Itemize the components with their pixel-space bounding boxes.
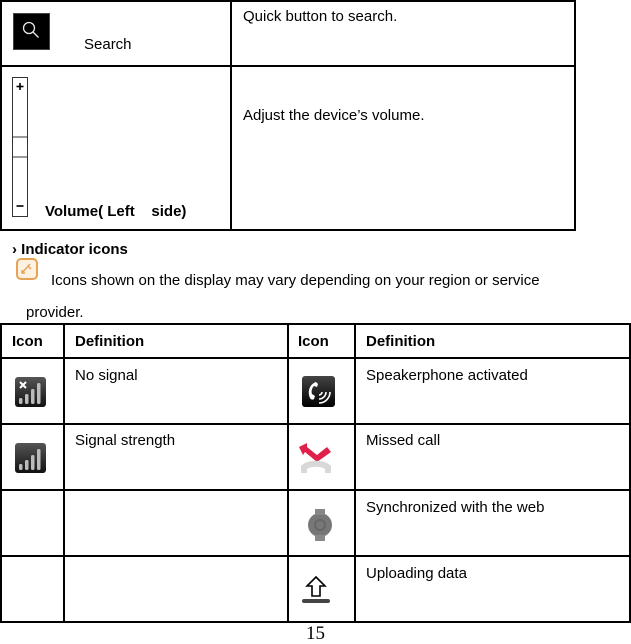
definition-no-signal: No signal: [75, 367, 138, 384]
volume-key-icon: [12, 77, 28, 217]
heading-text: Indicator icons: [21, 241, 128, 258]
search-key-label: Search: [84, 36, 132, 53]
table-border: [0, 555, 631, 557]
header-definition-left: Definition: [75, 333, 145, 350]
no-signal-icon: [15, 377, 46, 412]
header-icon-left: Icon: [12, 333, 43, 350]
table-border: [0, 65, 576, 67]
table-border: [354, 323, 356, 623]
table-border: [0, 489, 631, 491]
table-border: [0, 229, 576, 231]
table-border: [0, 0, 576, 2]
note-icon: [16, 258, 38, 280]
definition-sync-web: Synchronized with the web: [366, 499, 545, 516]
page-number: 15: [306, 623, 325, 644]
note-text-line2: provider.: [26, 304, 84, 321]
search-key-icon: [13, 13, 50, 50]
table-border: [230, 0, 232, 231]
missed-call-icon: [297, 440, 335, 479]
table-border: [0, 323, 2, 623]
signal-strength-icon: [15, 443, 46, 478]
table-border: [0, 323, 631, 325]
section-heading: › Indicator icons: [12, 241, 128, 258]
table-border: [287, 323, 289, 623]
definition-speakerphone: Speakerphone activated: [366, 367, 528, 384]
definition-uploading-data: Uploading data: [366, 565, 467, 582]
header-icon-right: Icon: [298, 333, 329, 350]
volume-key-label: Volume( Left side): [45, 203, 187, 220]
table-border: [574, 0, 576, 231]
volume-key-description: Adjust the device’s volume.: [243, 107, 425, 124]
definition-missed-call: Missed call: [366, 432, 441, 449]
table-border: [0, 0, 2, 231]
heading-marker: ›: [12, 241, 17, 258]
sync-web-icon: [305, 506, 335, 547]
note-text-line1: Icons shown on the display may vary depe…: [51, 272, 540, 289]
table-border: [63, 323, 65, 623]
table-border: [0, 357, 631, 359]
header-definition-right: Definition: [366, 333, 436, 350]
speakerphone-icon: [302, 376, 335, 412]
uploading-data-icon: [300, 574, 332, 611]
definition-signal-strength: Signal strength: [75, 432, 176, 449]
table-border: [0, 423, 631, 425]
search-key-description: Quick button to search.: [243, 8, 398, 25]
